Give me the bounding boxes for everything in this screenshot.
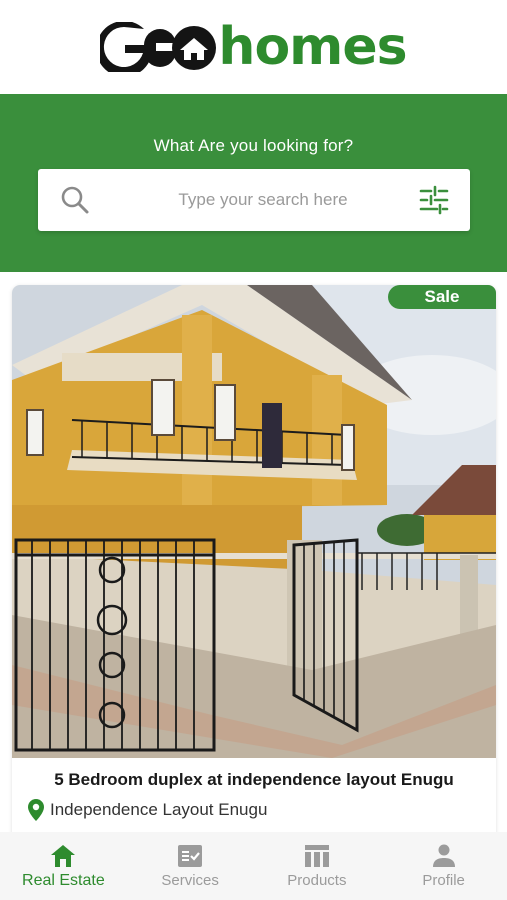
search-icon[interactable] <box>60 185 90 215</box>
nav-profile[interactable]: Profile <box>380 832 507 900</box>
nav-label: Profile <box>422 872 465 889</box>
search-section: What Are you looking for? <box>0 94 507 272</box>
listing-location: Independence Layout Enugu <box>28 799 267 821</box>
geohomes-logo[interactable]: homes <box>100 17 408 77</box>
geo-logo-mark <box>100 22 217 72</box>
filter-sliders-icon[interactable] <box>418 185 450 215</box>
nav-services[interactable]: Services <box>127 832 254 900</box>
listing-title[interactable]: 5 Bedroom duplex at independence layout … <box>12 770 496 790</box>
logo-homes-text: homes <box>218 17 407 77</box>
nav-products[interactable]: Products <box>254 832 381 900</box>
nav-label: Products <box>287 872 347 889</box>
home-icon <box>51 845 76 867</box>
bottom-navigation: Real Estate Services Products Profile <box>0 832 507 900</box>
store-icon <box>304 845 329 867</box>
search-heading: What Are you looking for? <box>153 136 354 155</box>
sale-badge: Sale <box>388 285 496 309</box>
person-icon <box>432 844 455 867</box>
location-pin-icon <box>28 799 44 821</box>
checklist-icon <box>178 845 203 867</box>
app-header: homes <box>0 0 507 94</box>
nav-real-estate[interactable]: Real Estate <box>0 832 127 900</box>
nav-label: Real Estate <box>22 872 105 889</box>
nav-label: Services <box>161 872 219 889</box>
listing-location-text: Independence Layout Enugu <box>50 800 268 819</box>
search-bar[interactable] <box>38 169 470 231</box>
search-input[interactable] <box>128 169 398 231</box>
property-photo[interactable] <box>12 285 496 758</box>
property-card[interactable]: Sale 5 Bedroom duplex at independence la… <box>12 285 496 845</box>
